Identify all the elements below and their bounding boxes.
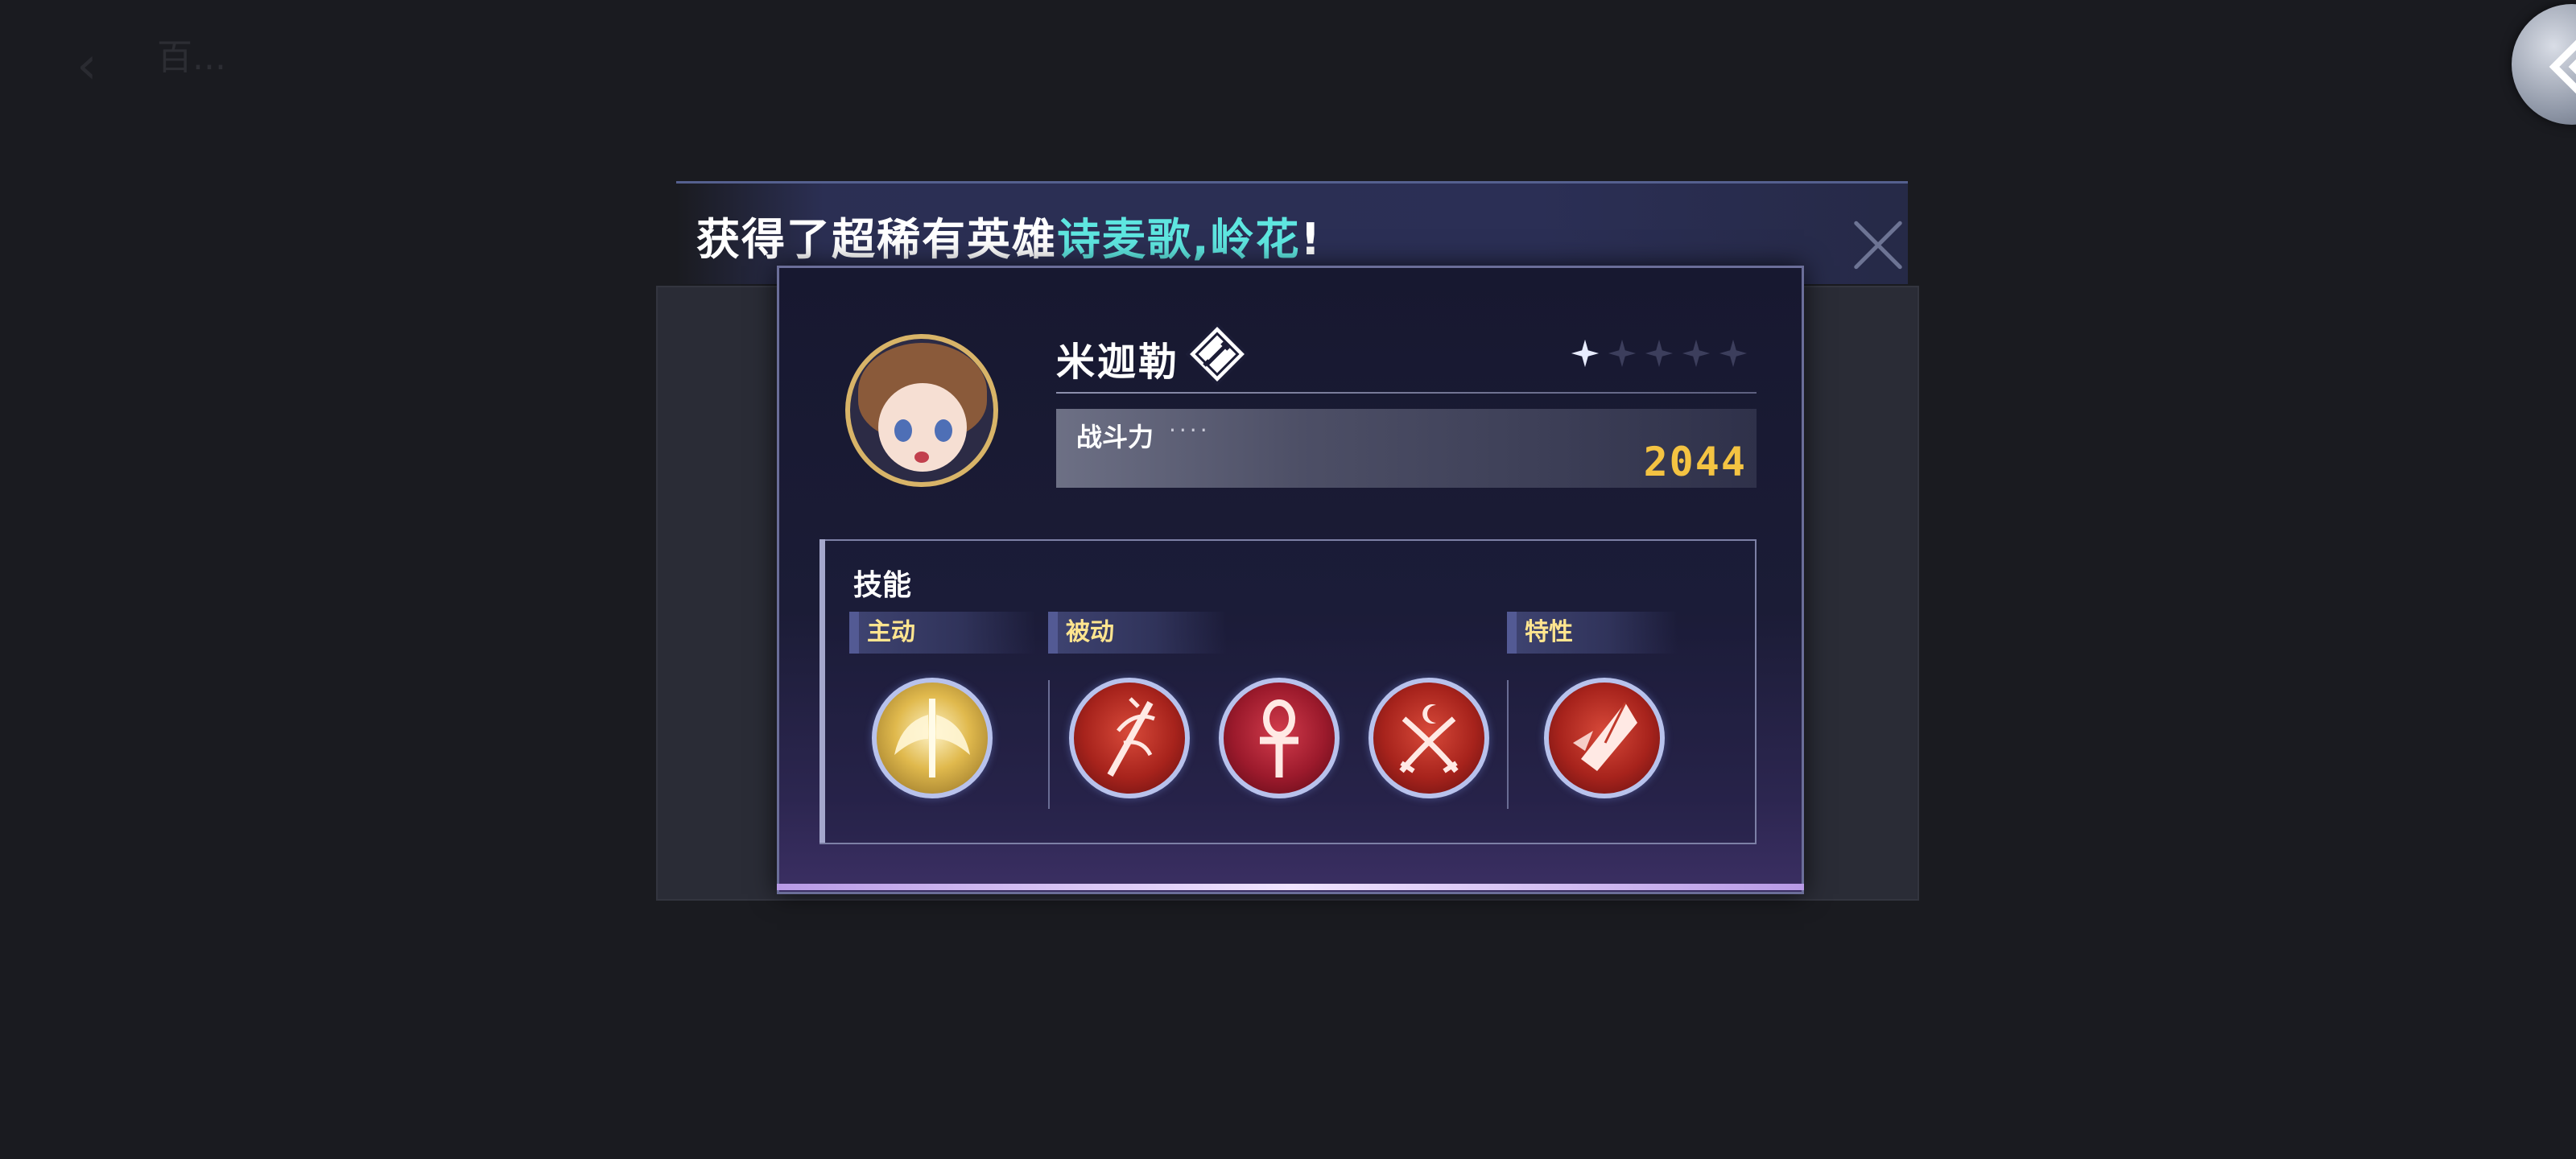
- active-skill-1[interactable]: [872, 678, 993, 798]
- power-label: 战斗力: [1076, 422, 1154, 452]
- skills-panel-accent: [819, 539, 825, 843]
- passive-skill-2[interactable]: [1219, 678, 1340, 798]
- passive-skill-3[interactable]: [1368, 678, 1489, 798]
- star-empty-icon: [1682, 339, 1711, 368]
- active-skill-tag: 主动: [849, 612, 1036, 654]
- star-empty-icon: [1608, 339, 1637, 368]
- hero-avatar: [845, 334, 998, 487]
- skill-divider: [1507, 680, 1509, 809]
- star-empty-icon: [1719, 339, 1748, 368]
- star-empty-icon: [1645, 339, 1674, 368]
- background-title: 百...: [157, 37, 226, 78]
- trait-skill-tag: 特性: [1507, 612, 1678, 654]
- name-divider: [1056, 392, 1757, 394]
- sword-shield-icon: [1185, 322, 1249, 386]
- title-prefix: 获得了超稀有英雄: [696, 214, 1057, 265]
- back-icon[interactable]: ‹: [76, 36, 125, 96]
- skill-divider: [1048, 680, 1050, 809]
- passive-skill-1[interactable]: [1069, 678, 1190, 798]
- star-rating: [1570, 338, 1748, 369]
- dialog-bottom-glow: [777, 884, 1804, 890]
- angel-wings-icon: [894, 699, 970, 777]
- double-chevron-left-icon: [2549, 39, 2576, 94]
- title-highlight: 诗麦歌,岭花: [1057, 214, 1301, 265]
- collapse-button[interactable]: [2512, 4, 2576, 125]
- close-button[interactable]: [1850, 217, 1906, 274]
- hero-name: 米迦勒: [1056, 340, 1180, 385]
- crystal-shard-icon: [1573, 702, 1637, 771]
- star-filled-icon: [1571, 339, 1600, 368]
- crossed-swords-moon-icon: [1399, 704, 1459, 773]
- thorn-staff-icon: [1107, 697, 1155, 777]
- dialog-title: 获得了超稀有英雄诗麦歌,岭花!: [696, 204, 1322, 267]
- power-value: 2044: [1643, 439, 1747, 485]
- passive-skill-tag: 被动: [1048, 612, 1227, 654]
- skills-title: 技能: [853, 569, 912, 602]
- trait-skill-1[interactable]: [1544, 678, 1665, 798]
- title-suffix: !: [1300, 214, 1323, 265]
- ankh-icon: [1260, 699, 1298, 777]
- power-dots: ····: [1169, 417, 1211, 443]
